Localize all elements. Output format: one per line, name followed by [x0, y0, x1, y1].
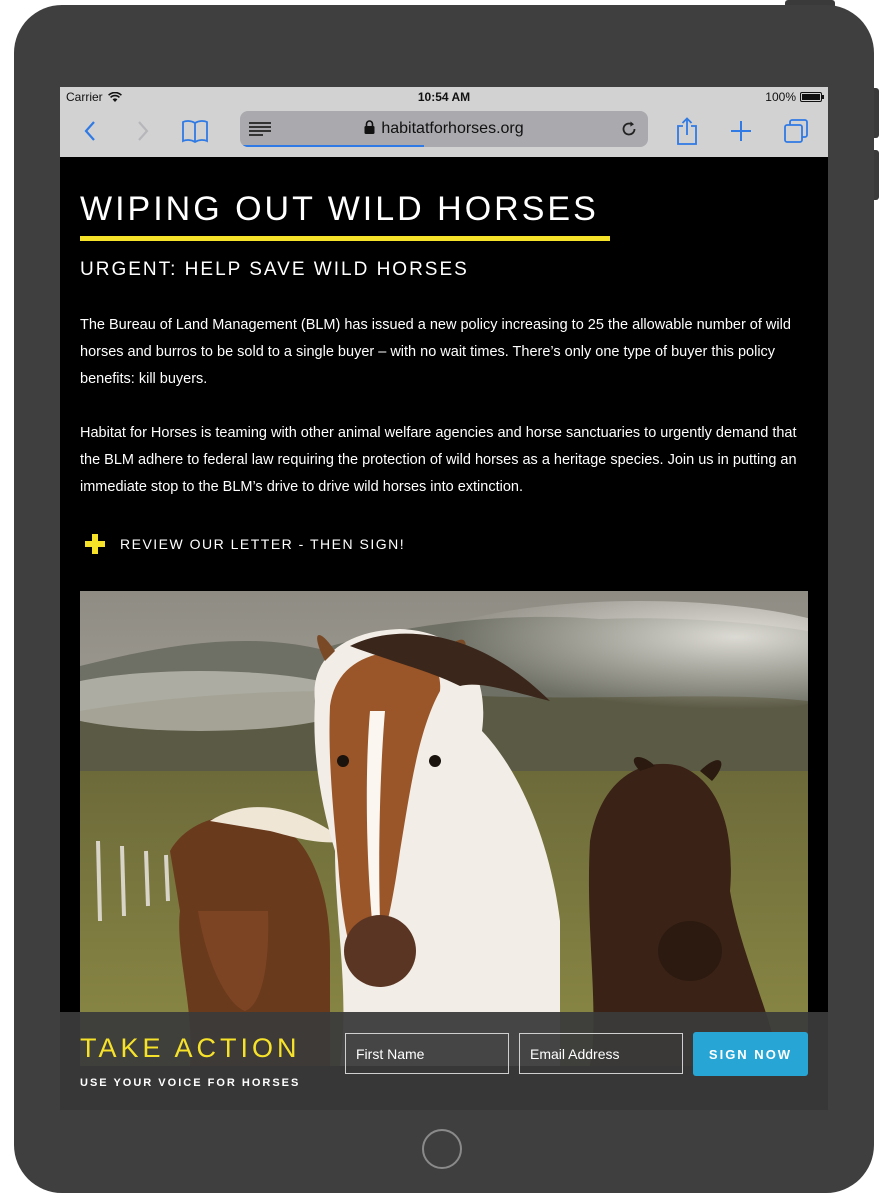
lock-icon: [364, 120, 375, 134]
page-load-progress: [240, 145, 424, 147]
url-text: habitatforhorses.org: [381, 120, 524, 137]
browser-toolbar: habitatforhorses.org: [60, 107, 828, 157]
take-action-subtitle: USE YOUR VOICE FOR HORSES: [80, 1077, 301, 1089]
call-paragraph: Habitat for Horses is teaming with other…: [80, 425, 797, 495]
address-bar[interactable]: habitatforhorses.org: [240, 111, 648, 147]
reload-icon[interactable]: [620, 120, 638, 138]
new-tab-icon[interactable]: [725, 115, 757, 147]
url-display[interactable]: habitatforhorses.org: [240, 120, 648, 138]
first-name-field[interactable]: [345, 1033, 509, 1074]
home-button[interactable]: [422, 1129, 462, 1169]
page-subtitle: URGENT: HELP SAVE WILD HORSES: [80, 259, 469, 280]
title-underline: [80, 236, 610, 241]
horses-photo: [80, 591, 808, 1066]
battery-icon: [800, 92, 824, 102]
forward-icon[interactable]: [127, 115, 159, 147]
tabs-icon[interactable]: [780, 115, 812, 147]
device-screen: Carrier 10:54 AM 100% habitatforhorses.o…: [60, 87, 828, 1110]
intro-paragraph: The Bureau of Land Management (BLM) has …: [80, 317, 791, 387]
bookmarks-icon[interactable]: [179, 115, 211, 147]
status-bar: Carrier 10:54 AM 100%: [60, 87, 828, 107]
share-icon[interactable]: [671, 115, 703, 147]
back-icon[interactable]: [74, 115, 106, 147]
battery-percent: 100%: [765, 90, 796, 104]
status-battery: 100%: [765, 90, 824, 104]
review-letter-link[interactable]: REVIEW OUR LETTER - THEN SIGN!: [84, 533, 405, 555]
status-time: 10:54 AM: [417, 90, 471, 104]
page-title: WIPING OUT WILD HORSES: [80, 190, 599, 228]
take-action-bar: TAKE ACTION USE YOUR VOICE FOR HORSES SI…: [60, 1012, 828, 1110]
sign-now-button[interactable]: SIGN NOW: [693, 1032, 808, 1076]
take-action-title: TAKE ACTION: [80, 1033, 301, 1063]
email-field[interactable]: [519, 1033, 683, 1074]
plus-icon: [84, 533, 106, 555]
review-letter-label: REVIEW OUR LETTER - THEN SIGN!: [120, 536, 406, 552]
